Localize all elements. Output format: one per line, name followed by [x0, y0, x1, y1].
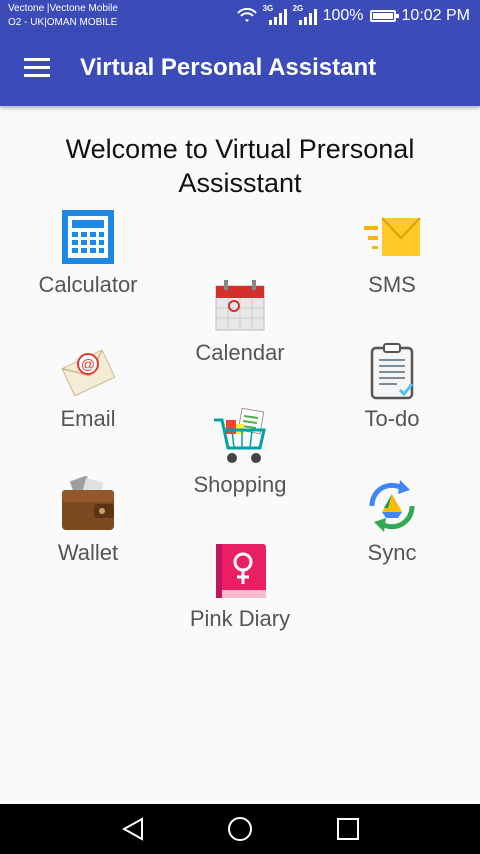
email-button[interactable]: @ Email	[8, 342, 168, 452]
clock: 10:02 PM	[401, 7, 470, 24]
battery-percent: 100%	[322, 7, 364, 24]
sms-label: SMS	[368, 272, 416, 297]
sync-button[interactable]: Sync	[312, 476, 472, 586]
email-label: Email	[60, 406, 116, 431]
home-icon[interactable]	[225, 816, 255, 842]
todo-button[interactable]: To-do	[312, 342, 472, 452]
system-nav-bar	[0, 804, 480, 854]
clipboard-icon	[370, 343, 414, 400]
shopping-button[interactable]: Shopping	[160, 408, 320, 518]
calculator-icon	[62, 210, 114, 264]
status-indicators: 3G 2G 100% 10:02 PM	[236, 4, 470, 27]
shopping-cart-icon	[214, 408, 266, 463]
recents-icon[interactable]	[332, 816, 362, 842]
calendar-icon	[215, 280, 265, 331]
todo-label: To-do	[364, 406, 420, 431]
wallet-button[interactable]: Wallet	[8, 476, 168, 586]
wallet-label: Wallet	[57, 540, 119, 565]
signal-icon-2	[298, 9, 317, 25]
back-icon[interactable]	[118, 816, 148, 842]
sms-button[interactable]: SMS	[312, 208, 472, 318]
welcome-line-2: Assisstant	[178, 168, 302, 198]
sync-label: Sync	[367, 540, 417, 565]
envelope-icon	[364, 217, 421, 256]
signal-icon	[268, 9, 287, 25]
wallet-icon	[62, 476, 114, 530]
carrier-label-secondary: O2 - UK|OMAN MOBILE	[8, 17, 118, 28]
menu-icon[interactable]	[24, 58, 50, 78]
welcome-line-1: Welcome to Virtual Prersonal	[65, 134, 415, 164]
calculator-button[interactable]: Calculator	[8, 208, 168, 318]
signal-2g: 2G	[293, 4, 317, 26]
calendar-label: Calendar	[195, 340, 285, 365]
wifi-icon	[236, 8, 257, 22]
status-bar: Vectone |Vectone Mobile O2 - UK|OMAN MOB…	[0, 0, 480, 32]
app-title: Virtual Personal Assistant	[80, 54, 377, 81]
pink-diary-button[interactable]: Pink Diary	[160, 542, 320, 652]
calculator-label: Calculator	[38, 272, 138, 297]
pink-diary-label: Pink Diary	[189, 606, 291, 631]
carrier-label: Vectone |Vectone Mobile	[8, 3, 118, 14]
email-icon: @	[61, 349, 116, 397]
shopping-label: Shopping	[193, 472, 287, 497]
welcome-heading: Welcome to Virtual Prersonal Assisstant	[20, 132, 460, 200]
sync-icon	[369, 480, 415, 532]
svg-text:@: @	[81, 356, 95, 372]
diary-icon	[216, 544, 266, 598]
signal-3g: 3G	[263, 4, 287, 26]
app-bar: Virtual Personal Assistant	[0, 32, 480, 106]
battery-icon	[369, 10, 399, 22]
calendar-button[interactable]: Calendar	[160, 276, 320, 386]
